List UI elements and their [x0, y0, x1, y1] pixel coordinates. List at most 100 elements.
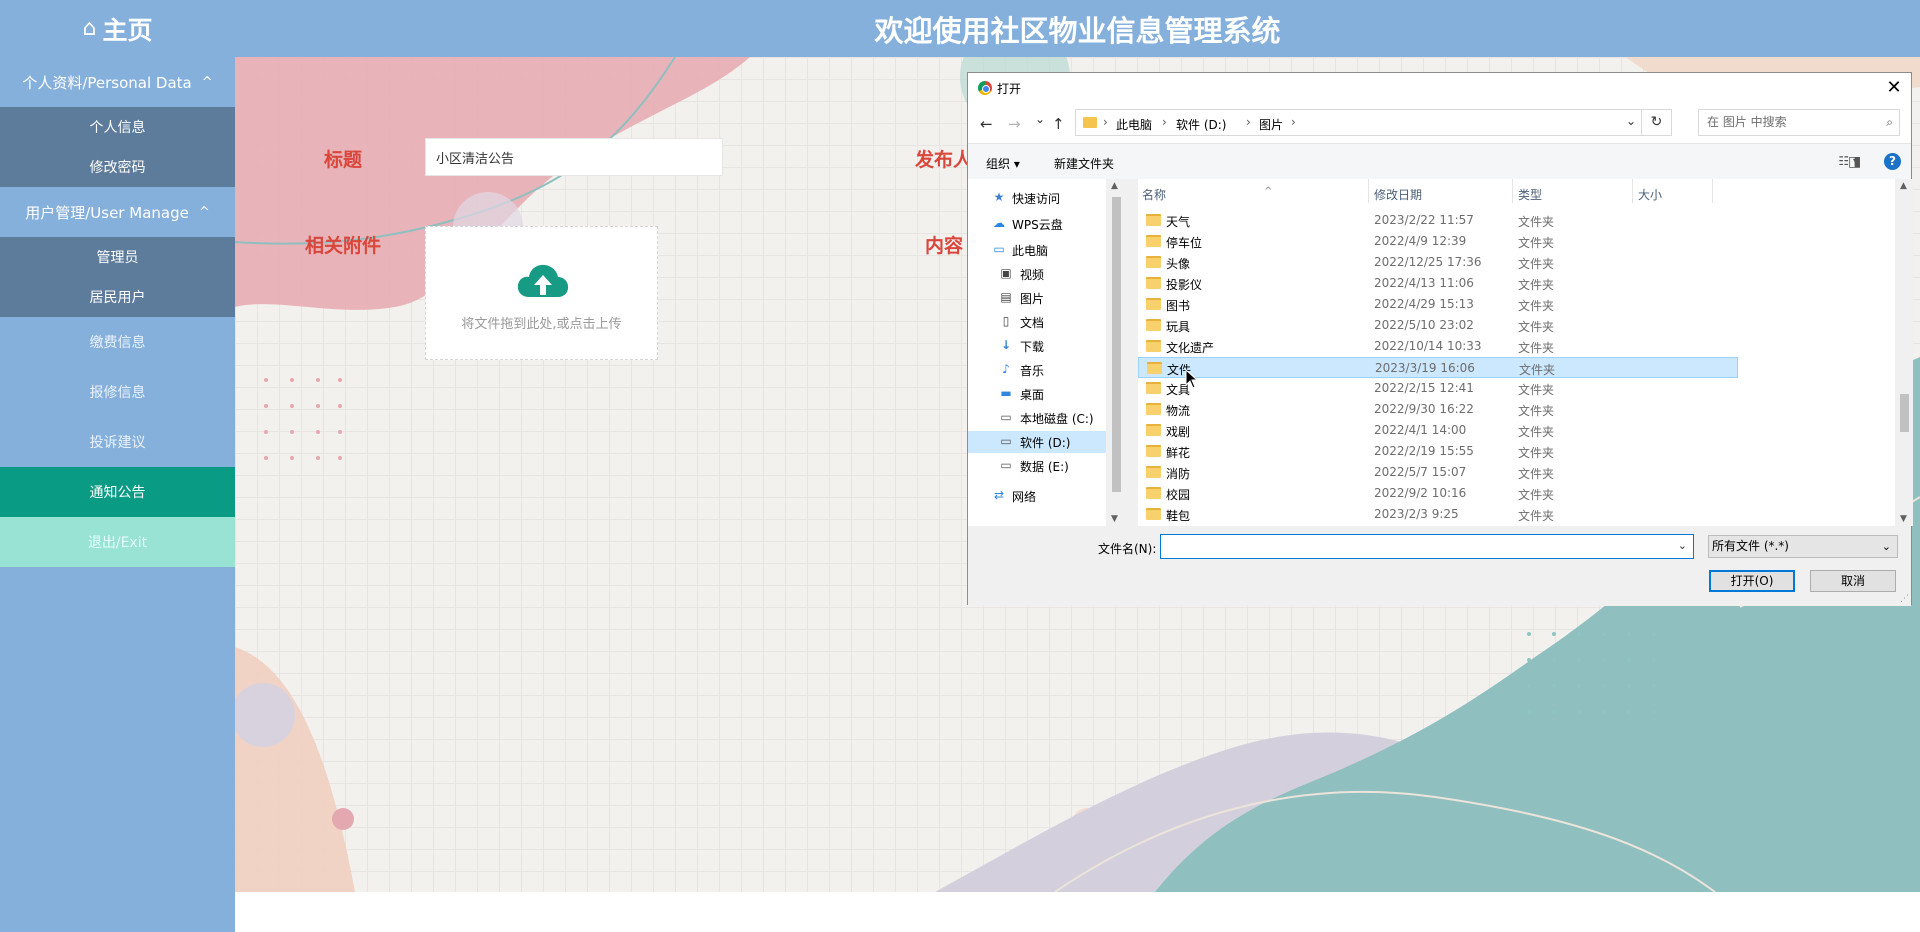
back-arrow-icon[interactable]: ←	[980, 115, 993, 133]
nav-group-personal-data[interactable]: 个人资料/Personal Data ^	[0, 57, 235, 107]
column-divider[interactable]	[1368, 179, 1369, 203]
new-folder-button[interactable]: 新建文件夹	[1054, 155, 1114, 172]
music-icon: ♪	[1002, 362, 1010, 376]
file-type-select[interactable]: 所有文件 (*.*) ⌄	[1708, 535, 1898, 558]
nav-music[interactable]: ♪ 音乐	[968, 359, 1106, 381]
file-row[interactable]: 投影仪 2022/4/13 11:06 文件夹	[1138, 273, 1738, 294]
preview-pane-icon[interactable]: ◨	[1848, 154, 1861, 170]
search-input[interactable]: 在 图片 中搜索 ⌕	[1698, 109, 1900, 136]
file-row[interactable]: 玩具 2022/5/10 23:02 文件夹	[1138, 315, 1738, 336]
cloud-icon: ☁	[993, 216, 1005, 230]
nav-label: 视频	[1020, 268, 1045, 282]
file-row[interactable]: 鞋包 2023/2/3 9:25 文件夹	[1138, 504, 1738, 525]
dialog-navigation-bar: ← → ⌄ ↑ › 此电脑 › 软件 (D:) › 图片 › ⌄ ↻ 在 图片 …	[968, 103, 1911, 143]
nav-network[interactable]: ⇄ 网络	[968, 485, 1106, 507]
nav-desktop[interactable]: ▬ 桌面	[968, 383, 1106, 405]
sidebar-item-personal-info[interactable]: 个人信息	[0, 107, 235, 147]
file-row[interactable]: 校园 2022/9/2 10:16 文件夹	[1138, 483, 1738, 504]
address-bar[interactable]: › 此电脑 › 软件 (D:) › 图片 › ⌄ ↻	[1075, 109, 1672, 136]
sidebar-item-complaints[interactable]: 投诉建议	[0, 417, 235, 467]
breadcrumb-this-pc[interactable]: 此电脑	[1116, 116, 1152, 133]
column-divider[interactable]	[1712, 179, 1713, 203]
file-row[interactable]: 文具 2022/2/15 12:41 文件夹	[1138, 378, 1738, 399]
dialog-footer: 文件名(N): ⌄ 所有文件 (*.*) ⌄ 打开(O) 取消 ⋰	[968, 526, 1911, 606]
refresh-icon[interactable]: ↻	[1641, 110, 1671, 135]
mouse-cursor-icon	[1185, 369, 1199, 389]
nav-downloads[interactable]: ↓ 下载	[968, 335, 1106, 357]
chrome-icon	[978, 81, 992, 95]
recent-locations-icon[interactable]: ⌄	[1035, 112, 1045, 126]
nav-pane-scrollbar[interactable]: ▲ ▼	[1108, 179, 1125, 526]
file-row[interactable]: 天气 2023/2/22 11:57 文件夹	[1138, 210, 1738, 231]
file-row[interactable]: 物流 2022/9/30 16:22 文件夹	[1138, 399, 1738, 420]
scrollbar-thumb[interactable]	[1112, 197, 1121, 492]
video-icon: ▣	[1000, 266, 1012, 280]
column-divider[interactable]	[1632, 179, 1633, 203]
close-icon[interactable]: ✕	[1883, 77, 1905, 99]
sidebar-item-admins[interactable]: 管理员	[0, 237, 235, 277]
file-row[interactable]: 头像 2022/12/25 17:36 文件夹	[1138, 252, 1738, 273]
file-row[interactable]: 鲜花 2022/2/19 15:55 文件夹	[1138, 441, 1738, 462]
nav-quick-access[interactable]: ★ 快速访问	[968, 187, 1106, 209]
upload-dropzone[interactable]: 将文件拖到此处,或点击上传	[425, 226, 658, 360]
nav-drive-e[interactable]: ▭ 数据 (E:)	[968, 455, 1106, 477]
nav-wps-cloud[interactable]: ☁ WPS云盘	[968, 213, 1106, 235]
organize-button[interactable]: 组织 ▾	[986, 155, 1020, 172]
column-date-modified[interactable]: 修改日期	[1374, 186, 1422, 203]
help-icon[interactable]: ?	[1884, 153, 1901, 170]
chevron-down-icon[interactable]: ⌄	[1626, 114, 1636, 128]
document-icon: ▯	[1002, 314, 1010, 328]
home-link[interactable]: ⌂ 主页	[0, 0, 235, 57]
sidebar-item-exit[interactable]: 退出/Exit	[0, 517, 235, 567]
file-row[interactable]: 戏剧 2022/4/1 14:00 文件夹	[1138, 420, 1738, 441]
file-list-scrollbar[interactable]: ▲ ▼	[1896, 179, 1913, 526]
nav-label: 下载	[1020, 340, 1045, 354]
search-icon: ⌕	[1886, 115, 1893, 129]
breadcrumb-pictures[interactable]: 图片	[1259, 116, 1283, 133]
download-icon: ↓	[1000, 338, 1012, 352]
breadcrumb-drive-d[interactable]: 软件 (D:)	[1176, 116, 1226, 133]
nav-drive-d[interactable]: ▭ 软件 (D:)	[968, 431, 1106, 453]
open-button[interactable]: 打开(O)	[1709, 570, 1795, 592]
file-date: 2022/9/30 16:22	[1374, 402, 1474, 416]
scroll-down-arrow-icon[interactable]: ▼	[1111, 514, 1118, 524]
up-arrow-icon[interactable]: ↑	[1052, 115, 1065, 133]
cancel-button[interactable]: 取消	[1810, 570, 1896, 592]
filename-input[interactable]: ⌄	[1160, 534, 1694, 559]
file-name: 消防	[1166, 467, 1191, 481]
nav-pictures[interactable]: ▤ 图片	[968, 287, 1106, 309]
file-row[interactable]: 文化遗产 2022/10/14 10:33 文件夹	[1138, 336, 1738, 357]
sidebar-item-change-password[interactable]: 修改密码	[0, 147, 235, 187]
file-row[interactable]: 停车位 2022/4/9 12:39 文件夹	[1138, 231, 1738, 252]
scroll-down-arrow-icon[interactable]: ▼	[1900, 514, 1907, 524]
nav-group-user-manage[interactable]: 用户管理/User Manage ^	[0, 187, 235, 237]
file-row[interactable]: 图书 2022/4/29 15:13 文件夹	[1138, 294, 1738, 315]
resize-grip-icon[interactable]: ⋰	[1900, 594, 1909, 604]
scrollbar-thumb[interactable]	[1900, 394, 1909, 432]
nav-this-pc[interactable]: ▭ 此电脑	[968, 239, 1106, 261]
column-name[interactable]: 名称	[1142, 186, 1166, 203]
sidebar-item-residents[interactable]: 居民用户	[0, 277, 235, 317]
page-footer-area	[235, 892, 1920, 932]
chevron-down-icon[interactable]: ⌄	[1678, 539, 1687, 552]
column-divider[interactable]	[1512, 179, 1513, 203]
file-date: 2023/2/22 11:57	[1374, 213, 1474, 227]
column-size[interactable]: 大小	[1638, 186, 1662, 203]
filename-label: 文件名(N):	[1098, 542, 1157, 556]
scroll-up-arrow-icon[interactable]: ▲	[1900, 181, 1907, 191]
nav-videos[interactable]: ▣ 视频	[968, 263, 1106, 285]
content-label: 内容	[925, 235, 964, 257]
nav-drive-c[interactable]: ▭ 本地磁盘 (C:)	[968, 407, 1106, 429]
file-row[interactable]: 文件 2023/3/19 16:06 文件夹	[1138, 357, 1738, 378]
file-name: 天气	[1166, 215, 1191, 229]
forward-arrow-icon[interactable]: →	[1008, 115, 1021, 133]
dialog-titlebar[interactable]: 打开 ✕	[968, 73, 1911, 103]
nav-documents[interactable]: ▯ 文档	[968, 311, 1106, 333]
title-input[interactable]: 小区清洁公告	[425, 138, 723, 176]
sidebar-item-repairs[interactable]: 报修信息	[0, 367, 235, 417]
column-type[interactable]: 类型	[1518, 186, 1542, 203]
scroll-up-arrow-icon[interactable]: ▲	[1111, 181, 1118, 191]
file-row[interactable]: 消防 2022/5/7 15:07 文件夹	[1138, 462, 1738, 483]
sidebar-item-payments[interactable]: 缴费信息	[0, 317, 235, 367]
sidebar-item-notices[interactable]: 通知公告	[0, 467, 235, 517]
